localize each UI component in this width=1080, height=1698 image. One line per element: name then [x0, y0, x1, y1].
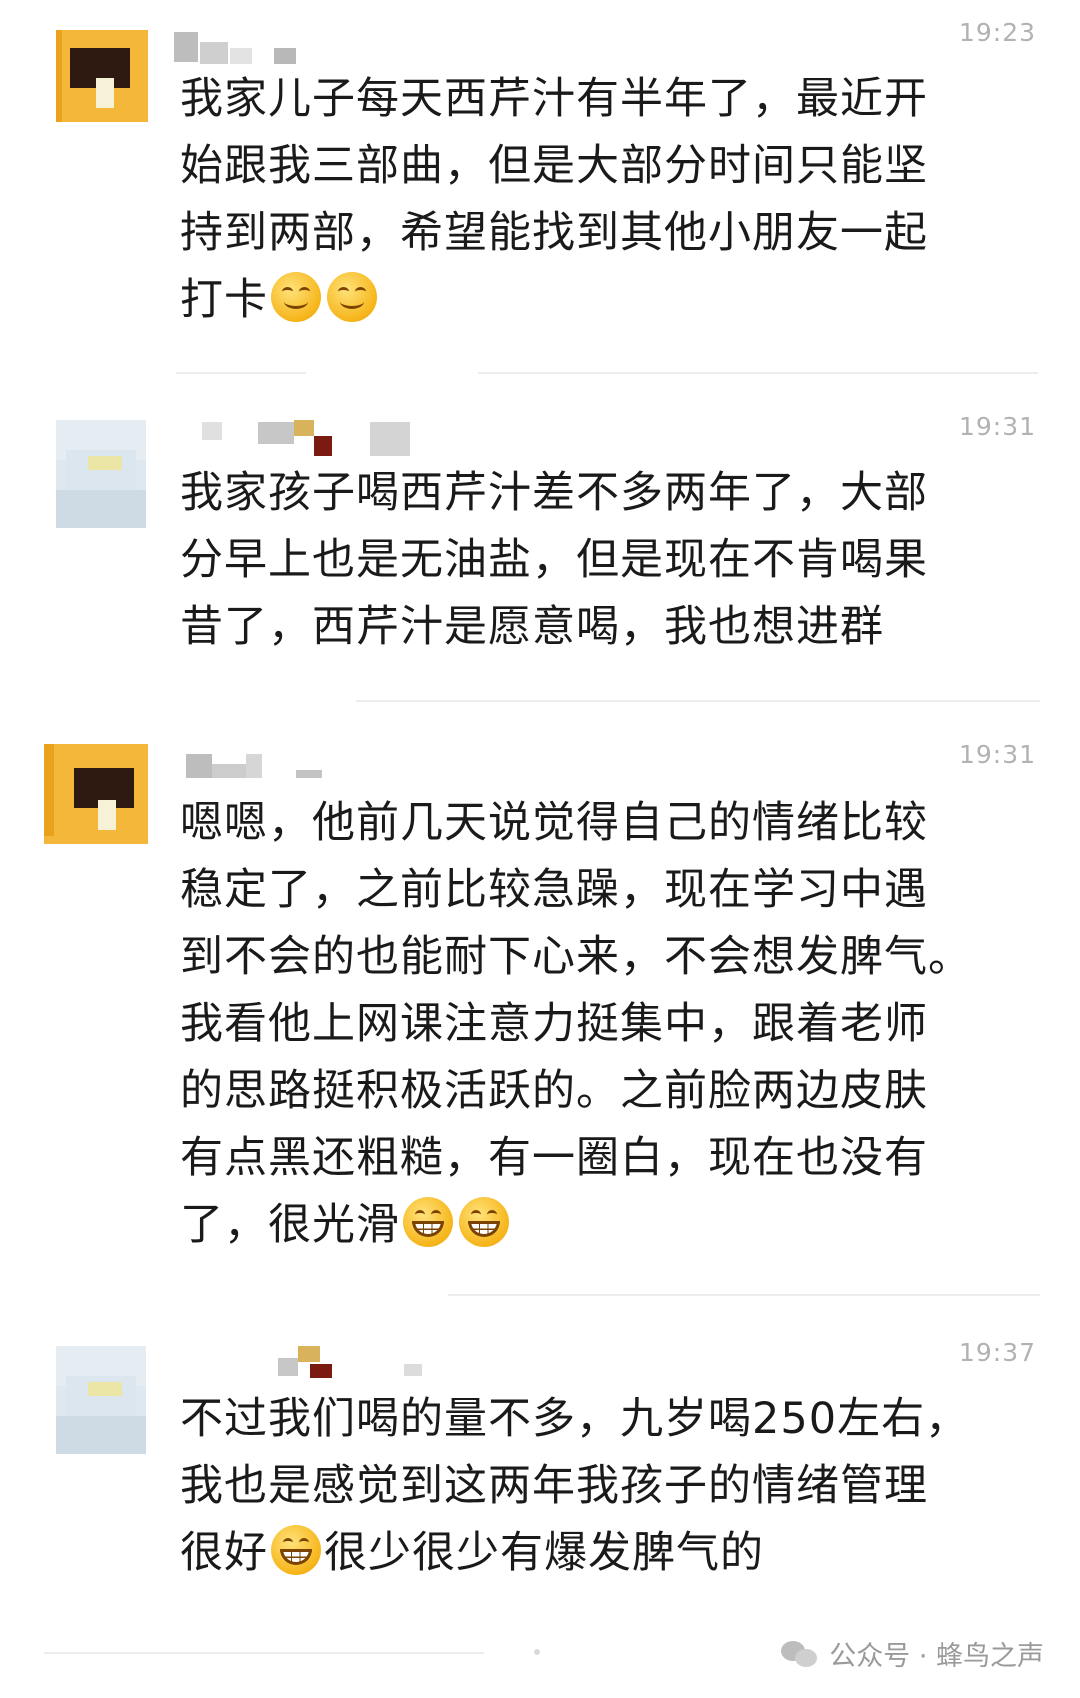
watermark-text: 公众号 · 蜂鸟之声 [829, 1641, 1044, 1672]
divider [356, 700, 1040, 702]
grin-emoji-icon [459, 1197, 509, 1247]
divider [176, 372, 306, 374]
text-line: 的思路挺积极活跃的。之前脸两边皮肤 [180, 1066, 928, 1116]
text-line: 打卡 [180, 267, 1050, 334]
text-line: 我家儿子每天西芹汁有半年了，最近开 [180, 74, 928, 124]
comment-text: 嗯嗯，他前几天说觉得自己的情绪比较 稳定了，之前比较急躁，现在学习中遇 到不会的… [180, 790, 1050, 1259]
comment-text: 不过我们喝的量不多，九岁喝250左右， 我也是感觉到这两年我孩子的情绪管理 很好… [180, 1386, 1050, 1587]
avatar[interactable] [56, 1346, 146, 1454]
text-line: 不过我们喝的量不多，九岁喝250左右， [180, 1394, 970, 1444]
divider [44, 1652, 484, 1654]
divider [448, 1294, 1040, 1296]
text-line: 我也是感觉到这两年我孩子的情绪管理 [180, 1461, 928, 1511]
text-line: 很好 很少很少有爆发脾气的 [180, 1520, 1050, 1587]
page-dot [534, 1649, 540, 1655]
text-line: 我看他上网课注意力挺集中，跟着老师 [180, 999, 928, 1049]
text-line: 了，很光滑 [180, 1192, 1050, 1259]
text-line: 我家孩子喝西芹汁差不多两年了，大部 [180, 468, 928, 518]
avatar[interactable] [56, 420, 146, 528]
divider [478, 372, 1038, 374]
avatar[interactable] [44, 744, 148, 844]
watermark: 公众号 · 蜂鸟之声 [781, 1634, 1044, 1673]
text-line: 嗯嗯，他前几天说觉得自己的情绪比较 [180, 798, 928, 848]
smile-emoji-icon [327, 272, 377, 322]
text-line: 到不会的也能耐下心来，不会想发脾气。 [180, 932, 972, 982]
comment-text: 我家儿子每天西芹汁有半年了，最近开 始跟我三部曲，但是大部分时间只能坚 持到两部… [180, 66, 1050, 334]
wechat-icon [781, 1639, 819, 1669]
grin-emoji-icon [403, 1197, 453, 1247]
timestamp: 19:37 [958, 1338, 1036, 1367]
smile-emoji-icon [271, 272, 321, 322]
comment-text: 我家孩子喝西芹汁差不多两年了，大部 分早上也是无油盐，但是现在不肯喝果 昔了，西… [180, 460, 1050, 661]
text-line: 有点黑还粗糙，有一圈白，现在也没有 [180, 1133, 928, 1183]
text-line: 稳定了，之前比较急躁，现在学习中遇 [180, 865, 928, 915]
timestamp: 19:31 [958, 412, 1036, 441]
grin-emoji-icon [271, 1525, 321, 1575]
avatar[interactable] [56, 30, 148, 122]
timestamp: 19:23 [958, 18, 1036, 47]
timestamp: 19:31 [958, 740, 1036, 769]
text-line: 分早上也是无油盐，但是现在不肯喝果 [180, 535, 928, 585]
text-line: 持到两部，希望能找到其他小朋友一起 [180, 208, 928, 258]
text-line: 昔了，西芹汁是愿意喝，我也想进群 [180, 602, 884, 652]
text-line: 始跟我三部曲，但是大部分时间只能坚 [180, 141, 928, 191]
